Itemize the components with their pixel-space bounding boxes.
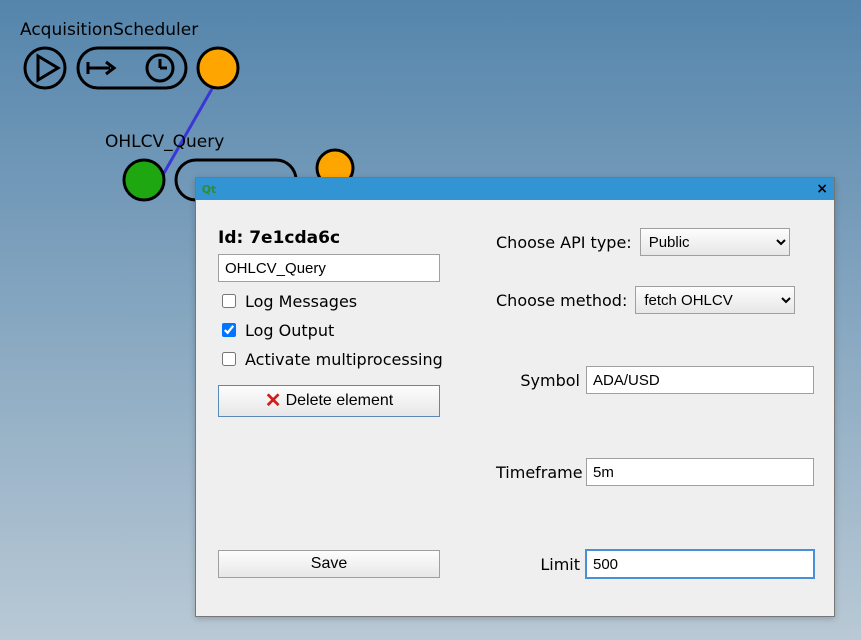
method-row: Choose method: fetch OHLCV bbox=[496, 286, 814, 314]
output-port bbox=[198, 48, 238, 88]
api-type-select[interactable]: Public bbox=[640, 228, 790, 256]
api-type-row: Choose API type: Public bbox=[496, 228, 814, 256]
qt-icon: Qt bbox=[202, 182, 216, 196]
save-button[interactable]: Save bbox=[218, 550, 440, 578]
api-type-label: Choose API type: bbox=[496, 233, 632, 252]
close-icon[interactable]: × bbox=[816, 181, 828, 197]
timeframe-input[interactable] bbox=[586, 458, 814, 486]
log-messages-label: Log Messages bbox=[245, 292, 357, 311]
scheduler-node bbox=[25, 48, 238, 88]
input-port bbox=[124, 160, 164, 200]
method-select[interactable]: fetch OHLCV bbox=[635, 286, 795, 314]
log-messages-checkbox[interactable] bbox=[222, 294, 236, 308]
timeframe-label: Timeframe bbox=[496, 463, 586, 482]
delete-x-icon: ✕ bbox=[265, 391, 282, 411]
log-output-row[interactable]: Log Output bbox=[218, 320, 448, 340]
play-icon bbox=[38, 56, 58, 80]
log-output-label: Log Output bbox=[245, 321, 334, 340]
dialog-titlebar[interactable]: Qt × bbox=[196, 178, 834, 200]
activate-mp-label: Activate multiprocessing bbox=[245, 350, 443, 369]
symbol-label: Symbol bbox=[496, 371, 586, 390]
element-name-input[interactable] bbox=[218, 254, 440, 282]
limit-input[interactable] bbox=[586, 550, 814, 578]
element-config-dialog: Qt × Id: 7e1cda6c Log Messages Log Outpu… bbox=[195, 177, 835, 617]
pointer-icon bbox=[88, 62, 114, 74]
log-messages-row[interactable]: Log Messages bbox=[218, 291, 448, 311]
scheduler-label: AcquisitionScheduler bbox=[20, 20, 198, 40]
method-label: Choose method: bbox=[496, 291, 627, 310]
activate-mp-row[interactable]: Activate multiprocessing bbox=[218, 349, 448, 369]
log-output-checkbox[interactable] bbox=[222, 323, 236, 337]
limit-label: Limit bbox=[496, 555, 586, 574]
element-id-label: Id: 7e1cda6c bbox=[218, 228, 448, 248]
delete-element-button[interactable]: ✕ Delete element bbox=[218, 385, 440, 417]
activate-mp-checkbox[interactable] bbox=[222, 352, 236, 366]
clock-icon bbox=[147, 55, 173, 81]
symbol-input[interactable] bbox=[586, 366, 814, 394]
ohlcv-label: OHLCV_Query bbox=[105, 132, 224, 152]
